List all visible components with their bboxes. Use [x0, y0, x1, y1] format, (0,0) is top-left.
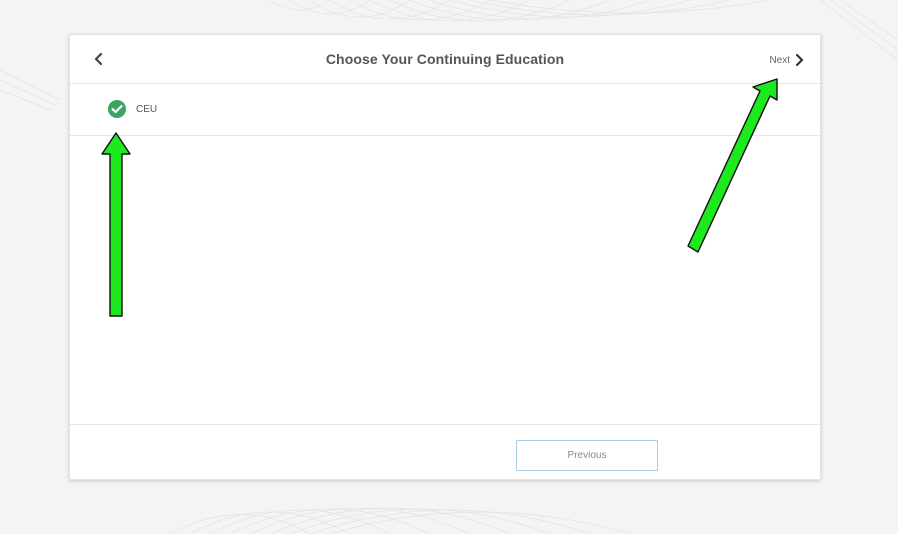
option-row-ceu[interactable]: CEU	[70, 84, 820, 136]
option-checkbox[interactable]	[107, 99, 127, 119]
wizard-footer: Previous	[70, 424, 820, 480]
next-label: Next	[769, 54, 790, 66]
option-label: CEU	[136, 104, 158, 115]
page-title: Choose Your Continuing Education	[325, 51, 565, 67]
wizard-header: Choose Your Continuing Education Next	[70, 35, 820, 84]
next-button[interactable]: Next	[769, 51, 804, 69]
wizard-body	[70, 136, 820, 424]
previous-button[interactable]: Previous	[516, 440, 658, 471]
chevron-right-icon	[795, 53, 804, 67]
wizard-card: Choose Your Continuing Education Next CE…	[69, 34, 821, 480]
check-circle-icon	[108, 100, 126, 118]
